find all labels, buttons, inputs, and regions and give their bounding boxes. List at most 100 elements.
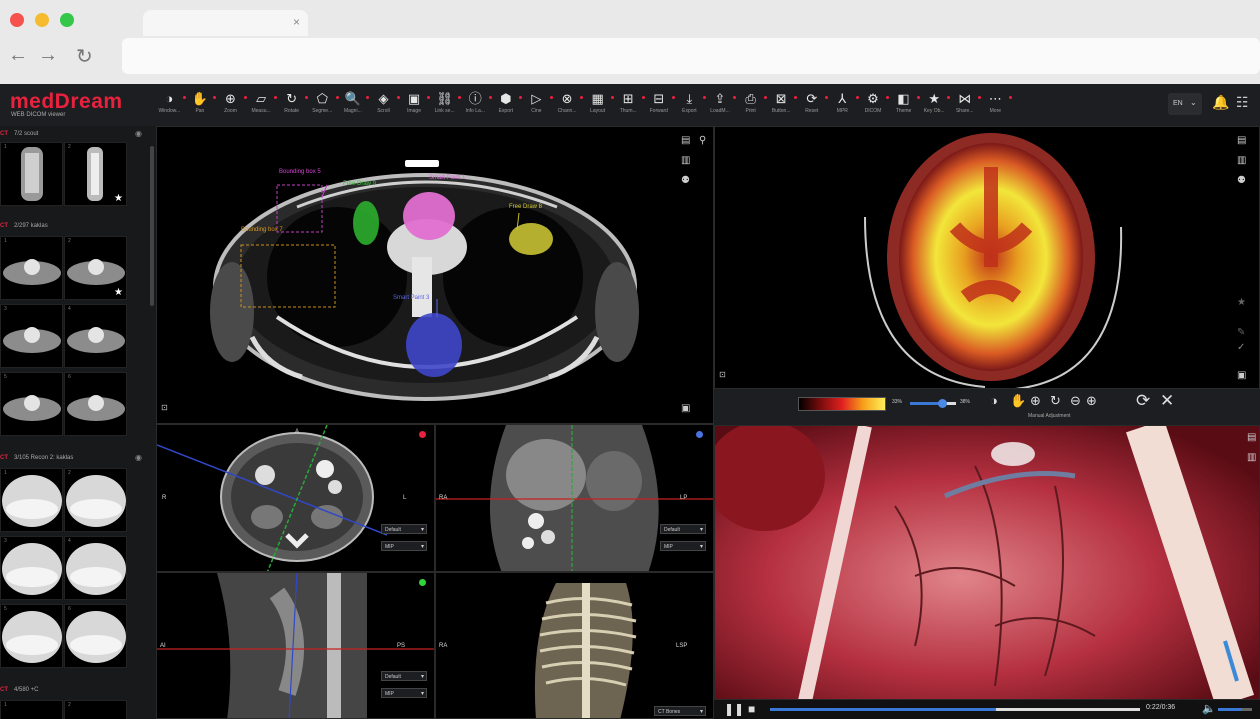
video-progress-track[interactable] bbox=[770, 708, 1140, 711]
series-thumbnail[interactable]: 5 bbox=[0, 372, 63, 436]
layout-icon[interactable]: ▥ bbox=[1247, 452, 1256, 463]
preset-select[interactable]: Default bbox=[381, 524, 427, 535]
tool-zoom-button[interactable]: ⊕ Zoom bbox=[215, 88, 247, 122]
series-thumbnail[interactable]: 1 bbox=[0, 236, 63, 300]
render-mode-select[interactable]: MIP bbox=[381, 541, 427, 552]
pet-range-handle[interactable] bbox=[938, 399, 947, 408]
bell-icon[interactable]: 🔔 bbox=[1212, 94, 1229, 111]
ct-axial-viewport[interactable]: Bounding box 5 Free Draw 9 Smart Paint 1… bbox=[156, 126, 714, 424]
chevron-down-icon[interactable]: ⌄ bbox=[1190, 98, 1197, 107]
language-select[interactable]: EN bbox=[1168, 93, 1202, 115]
reference-lines-icon[interactable]: ⚉ bbox=[1237, 175, 1246, 186]
layout-icon[interactable]: ▥ bbox=[1237, 155, 1246, 166]
series-header[interactable]: CT 4/580 +C bbox=[0, 682, 150, 698]
tool-info-button[interactable]: ⓘ Info La... bbox=[460, 88, 492, 122]
series-thumbnail[interactable]: 2 bbox=[64, 700, 127, 719]
star-icon[interactable]: ★ bbox=[114, 193, 123, 204]
series-thumbnail[interactable]: 6 bbox=[64, 604, 127, 668]
reload-icon[interactable]: ↻ bbox=[76, 44, 93, 69]
tool-cine-button[interactable]: ▷ Cine bbox=[521, 88, 553, 122]
tool-dicom-button[interactable]: ⚙ DICOM bbox=[858, 88, 890, 122]
contrast-icon[interactable]: ◑ bbox=[990, 393, 998, 408]
series-thumbnail[interactable]: 4 bbox=[64, 304, 127, 368]
tool-share-button[interactable]: ⋈ Share... bbox=[949, 88, 982, 122]
volume-render-viewport[interactable]: RA LSP CT Bones bbox=[435, 572, 714, 719]
annotation-label[interactable]: Bounding box 5 bbox=[279, 169, 321, 175]
zoom-in-icon[interactable]: ⊕ bbox=[1086, 393, 1097, 409]
tool-magnify-button[interactable]: 🔍 Magni... bbox=[338, 88, 370, 122]
tool-segmentation-button[interactable]: ⬠ Segme... bbox=[307, 88, 339, 122]
reset-icon[interactable]: ⟳ bbox=[1136, 391, 1150, 411]
pan-icon[interactable]: ✋ bbox=[1010, 393, 1026, 409]
annotation-label[interactable]: Free Draw 9 bbox=[343, 181, 376, 187]
series-thumbnail[interactable]: 2 ★ bbox=[64, 142, 127, 206]
render-mode-select[interactable]: MIP bbox=[381, 688, 427, 699]
close-window-button[interactable] bbox=[10, 13, 24, 27]
tool-print-button[interactable]: ⎙ Print bbox=[735, 88, 767, 122]
reference-lines-icon[interactable]: ⚉ bbox=[681, 175, 690, 186]
browser-tab[interactable]: × bbox=[143, 10, 308, 36]
tool-theme-button[interactable]: ◧ Theme bbox=[888, 88, 920, 122]
series-thumbnail[interactable]: 2 bbox=[64, 468, 127, 532]
volume-preset-select[interactable]: CT Bones bbox=[654, 706, 706, 717]
zoom-out-icon[interactable]: ⊖ bbox=[1070, 393, 1081, 409]
series-thumbnail[interactable]: 1 bbox=[0, 700, 63, 719]
series-thumbnail[interactable]: 5 bbox=[0, 604, 63, 668]
tab-close-icon[interactable]: × bbox=[293, 15, 300, 29]
series-thumbnail[interactable]: 1 bbox=[0, 468, 63, 532]
series-thumbnail[interactable]: 1 bbox=[0, 142, 63, 206]
tool-contrast-button[interactable]: ◑ Window... bbox=[154, 88, 186, 122]
tool-layout-button[interactable]: ▦ Layout bbox=[582, 88, 614, 122]
minimize-window-button[interactable] bbox=[35, 13, 49, 27]
tool-load-button[interactable]: ⇪ LoadM... bbox=[705, 88, 737, 122]
zoom-icon[interactable]: ⊕ bbox=[1030, 393, 1041, 409]
preset-select[interactable]: Default bbox=[381, 671, 427, 682]
address-bar[interactable] bbox=[122, 38, 1260, 74]
layout-icon[interactable]: ▥ bbox=[681, 155, 690, 166]
tool-buttons-button[interactable]: ⊠ Button... bbox=[766, 88, 798, 122]
viewport-menu-icon[interactable]: ▤ bbox=[1237, 135, 1246, 146]
annotation-label[interactable]: Free Draw 8 bbox=[509, 204, 542, 210]
close-icon[interactable]: ✕ bbox=[1160, 391, 1174, 411]
pause-icon[interactable]: ❚❚ bbox=[724, 702, 744, 716]
sidebar-scrollbar[interactable] bbox=[150, 146, 154, 306]
tool-download-button[interactable]: ⤓ Export bbox=[674, 88, 706, 122]
save-icon[interactable]: ▣ bbox=[681, 403, 690, 414]
stop-icon[interactable]: ■ bbox=[748, 702, 755, 716]
series-thumbnail[interactable]: 2 ★ bbox=[64, 236, 127, 300]
series-thumbnail[interactable]: 3 bbox=[0, 304, 63, 368]
mpr-sagittal-viewport[interactable]: AI PS Default MIP bbox=[156, 572, 435, 719]
annotation-label[interactable]: Smart Paint 1 bbox=[429, 175, 465, 181]
pet-brain-viewport[interactable]: ▤ ▥ ⚉ ★ ✎ ✓ ▣ ⊡ bbox=[714, 126, 1260, 389]
series-thumbnail[interactable]: 4 bbox=[64, 536, 127, 600]
pencil-icon[interactable]: ✎ bbox=[1237, 327, 1245, 338]
info-overlay-icon[interactable]: ⊡ bbox=[719, 370, 726, 379]
viewport-menu-icon[interactable]: ▤ bbox=[1247, 432, 1256, 443]
forward-icon[interactable]: → bbox=[38, 44, 58, 67]
pin-icon[interactable]: ⚲ bbox=[699, 135, 706, 146]
viewport-menu-icon[interactable]: ▤ bbox=[681, 135, 690, 146]
key-image-icon[interactable]: ★ bbox=[1237, 297, 1246, 308]
series-thumbnail[interactable]: 6 bbox=[64, 372, 127, 436]
surgical-video-viewport[interactable]: ▤ ▥ bbox=[714, 425, 1260, 700]
tool-image-button[interactable]: ▣ Image bbox=[399, 88, 431, 122]
mpr-coronal-viewport[interactable]: RA LP Default MIP bbox=[435, 424, 714, 572]
back-icon[interactable]: ← bbox=[8, 44, 28, 67]
tool-channels-button[interactable]: ⊗ Chann... bbox=[552, 88, 584, 122]
save-icon[interactable]: ▣ bbox=[1237, 370, 1246, 381]
series-header[interactable]: CT 2/297 kaklas bbox=[0, 218, 150, 234]
tool-link-button[interactable]: ⛓ Link se... bbox=[429, 88, 461, 122]
tool-scroll-button[interactable]: ◈ Scroll bbox=[368, 88, 400, 122]
render-mode-select[interactable]: MIP bbox=[660, 541, 706, 552]
volume-slider[interactable] bbox=[1218, 708, 1252, 711]
tool-mpr-button[interactable]: ⅄ MPR bbox=[827, 88, 859, 122]
rotate-icon[interactable]: ↻ bbox=[1050, 393, 1061, 409]
annotation-label[interactable]: Bounding box 7 bbox=[241, 227, 283, 233]
settings-icon[interactable]: ☷ bbox=[1236, 94, 1249, 111]
tool-dropdown-indicator[interactable] bbox=[1008, 96, 1012, 99]
tool-key-image-button[interactable]: ★ Key Ob... bbox=[919, 88, 951, 122]
tool-export-button[interactable]: ⬢ Export bbox=[491, 88, 523, 122]
tool-pan-button[interactable]: ✋ Pan bbox=[185, 88, 217, 122]
tool-measure-button[interactable]: ▱ Measu... bbox=[246, 88, 278, 122]
series-header[interactable]: CT 3/105 Recon 2: kaklas ◉ bbox=[0, 450, 150, 466]
